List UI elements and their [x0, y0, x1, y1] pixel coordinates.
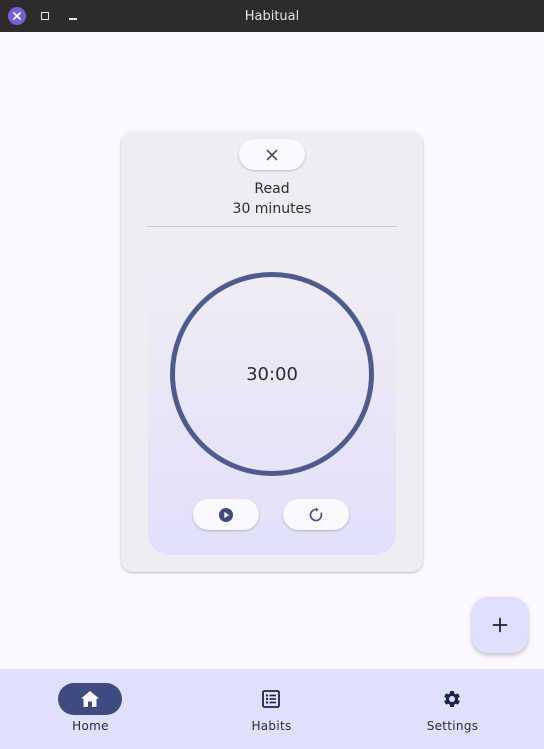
nav-label-settings: Settings — [426, 719, 479, 733]
bottom-navigation: Home Habits Settings — [0, 669, 544, 749]
nav-label-home: Home — [72, 719, 109, 733]
nav-label-habits: Habits — [251, 719, 292, 733]
timer-ring: 30:00 — [170, 272, 374, 476]
close-window-icon — [8, 7, 26, 25]
maximize-icon — [41, 12, 49, 20]
minimize-icon — [69, 18, 77, 20]
nav-item-settings[interactable]: Settings — [362, 669, 543, 749]
window-minimize-button[interactable] — [65, 0, 81, 32]
nav-home-indicator — [58, 683, 122, 715]
window-maximize-button[interactable] — [37, 0, 53, 32]
reset-button[interactable] — [283, 499, 349, 530]
nav-item-habits[interactable]: Habits — [181, 669, 362, 749]
window-titlebar: Habitual — [0, 0, 544, 32]
timer-display: 30:00 — [246, 363, 298, 385]
gear-icon — [444, 691, 460, 707]
nav-settings-indicator — [420, 683, 484, 715]
habit-name: Read — [254, 181, 290, 197]
play-circle-icon — [219, 507, 233, 522]
close-card-button[interactable] — [239, 139, 305, 170]
play-button[interactable] — [193, 499, 259, 530]
window-title: Habitual — [244, 8, 300, 24]
add-habit-button[interactable] — [472, 597, 528, 653]
nav-item-home[interactable]: Home — [0, 669, 181, 749]
list-icon — [262, 690, 280, 708]
habit-timer-card: Read 30 minutes 30:00 — [121, 131, 423, 572]
divider — [147, 226, 397, 227]
close-icon — [266, 149, 278, 160]
window-close-button[interactable] — [7, 0, 27, 32]
plus-icon — [492, 617, 508, 633]
refresh-icon — [309, 507, 323, 521]
timer-panel: 30:00 — [148, 265, 396, 555]
habit-goal: 30 minutes — [232, 201, 312, 217]
nav-habits-indicator — [239, 683, 303, 715]
home-icon — [81, 691, 99, 707]
